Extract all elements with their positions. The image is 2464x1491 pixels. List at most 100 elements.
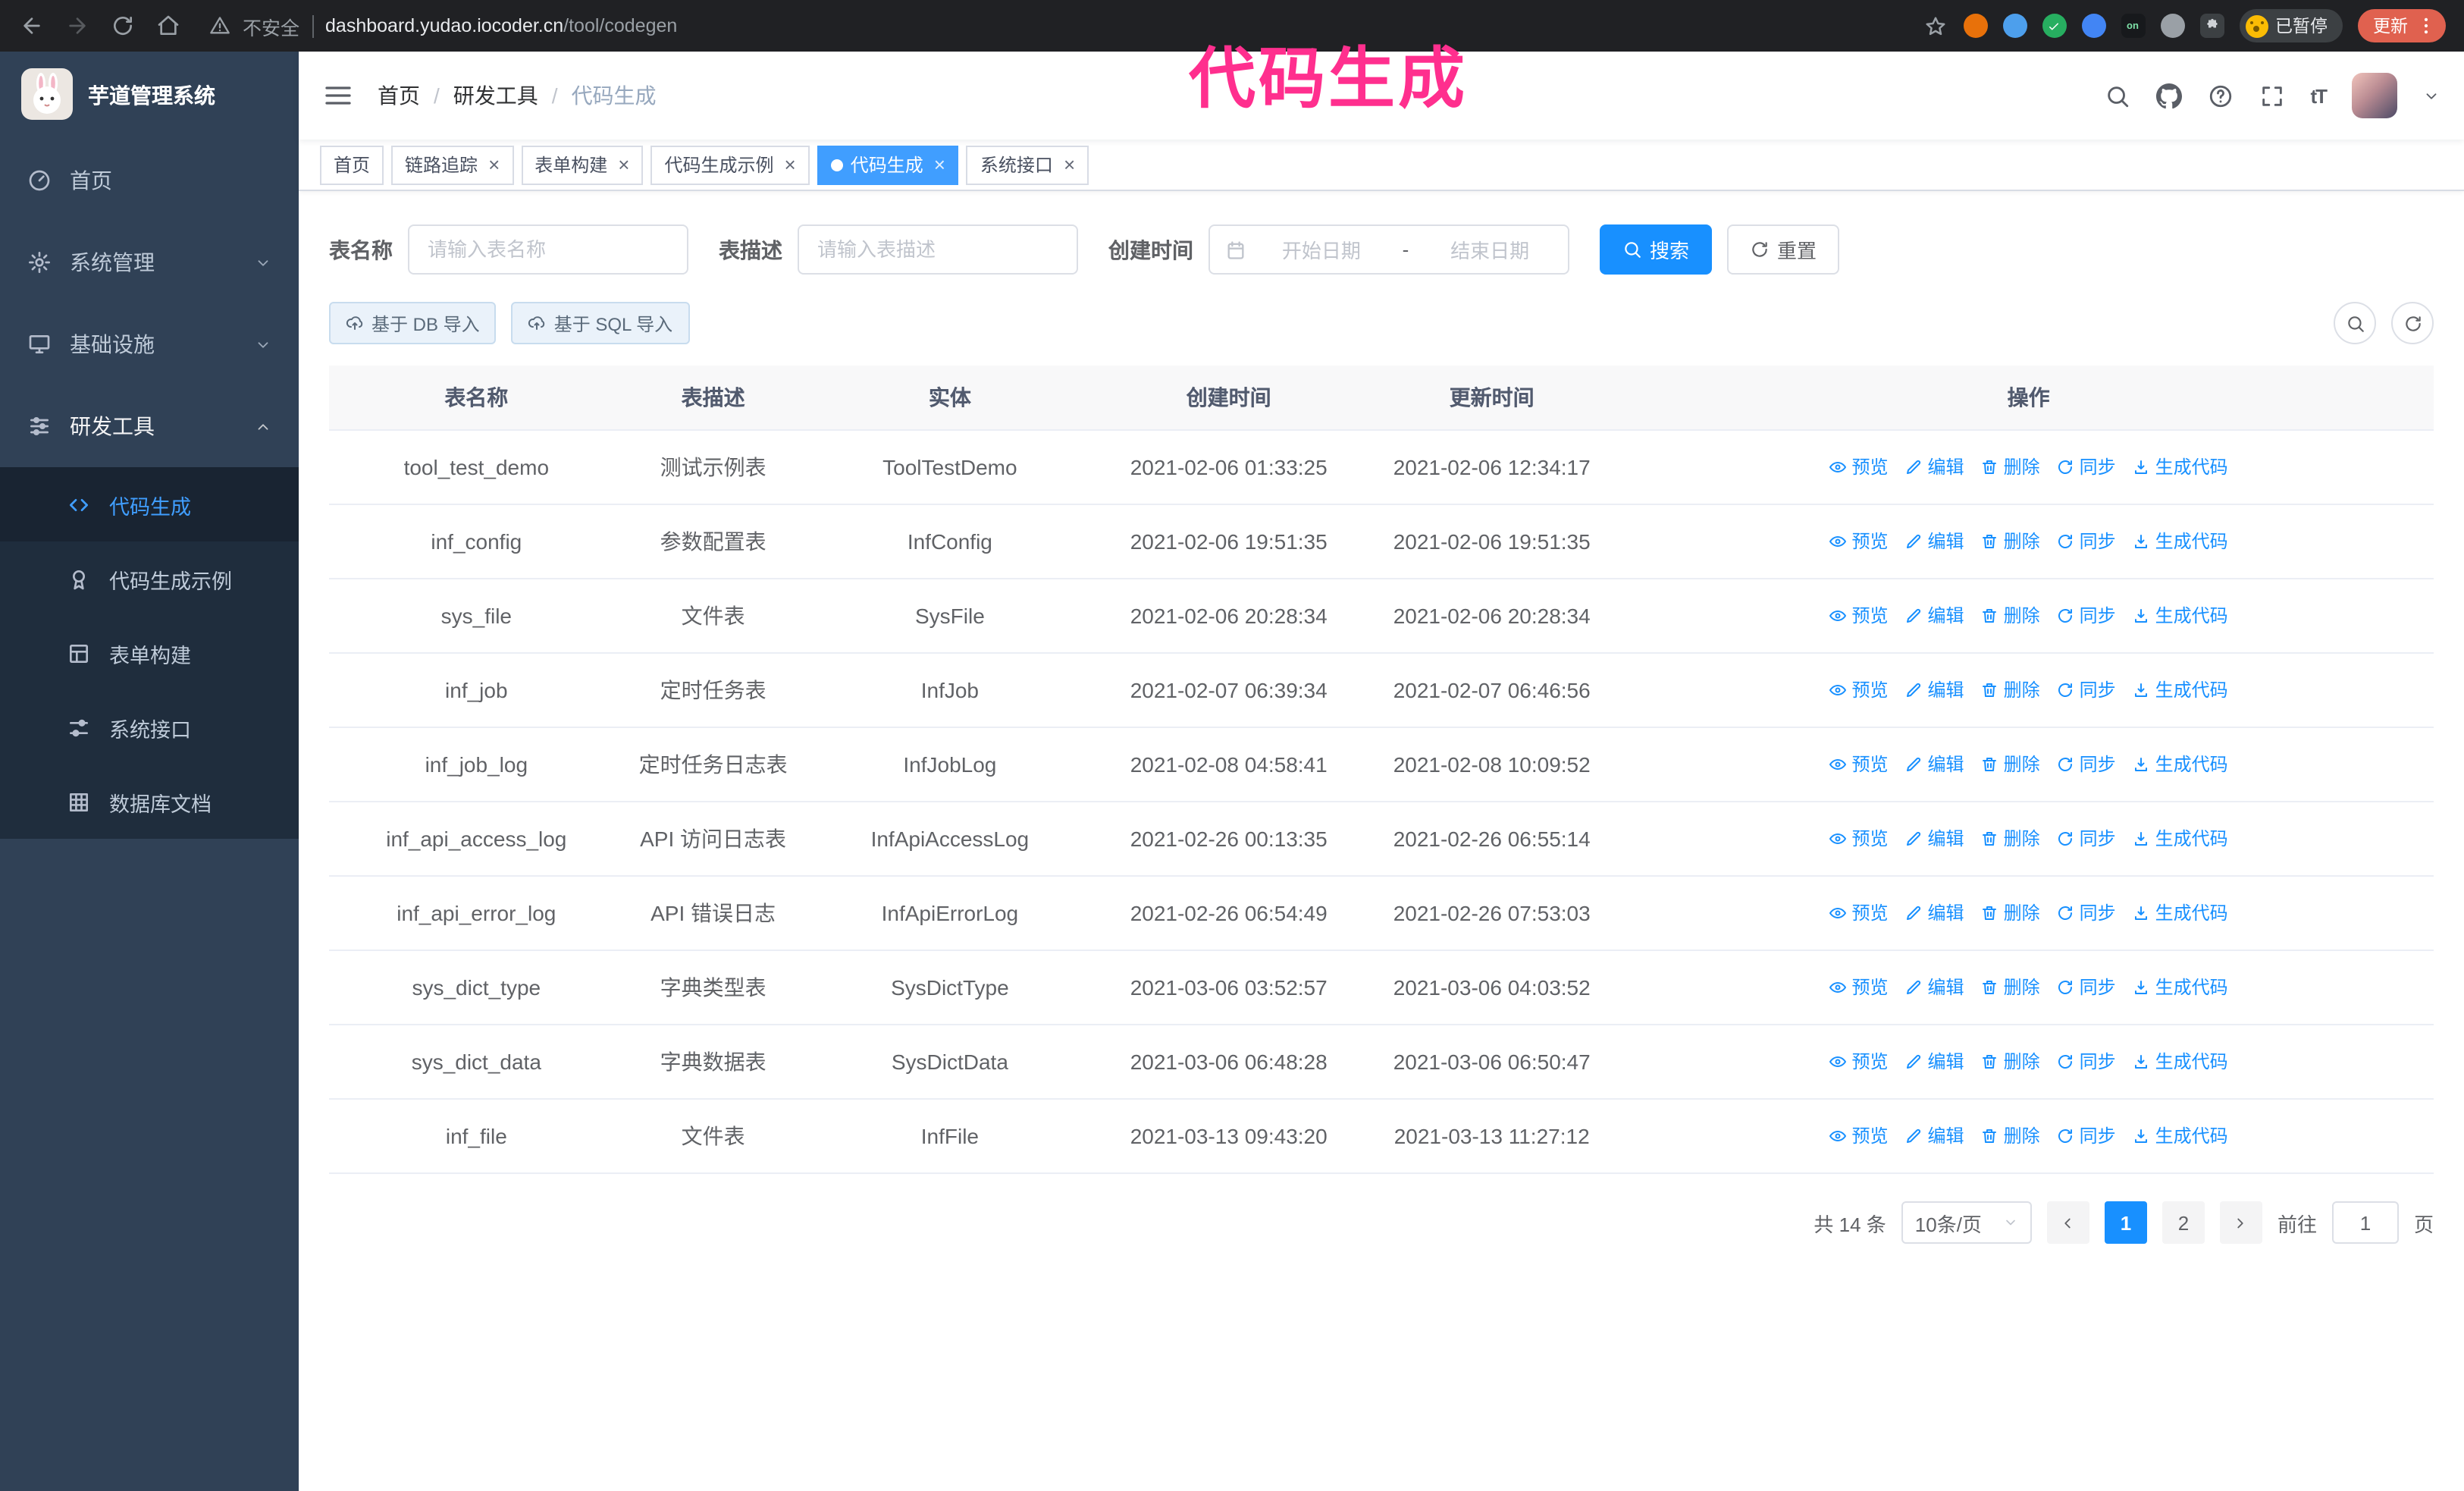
home-icon[interactable] (155, 13, 180, 39)
row-action-eye[interactable]: 预览 (1829, 749, 1889, 780)
row-action-edit[interactable]: 编辑 (1905, 824, 1964, 854)
tab-close-icon[interactable]: × (934, 155, 945, 174)
row-action-download[interactable]: 生成代码 (2133, 526, 2228, 557)
puzzle-icon[interactable] (2199, 14, 2224, 38)
row-action-trash[interactable]: 删除 (1981, 824, 2040, 854)
toggle-search-button[interactable] (2334, 302, 2376, 344)
row-action-edit[interactable]: 编辑 (1905, 601, 1964, 631)
sidebar-item-system[interactable]: 系统管理 (0, 221, 299, 303)
row-action-eye[interactable]: 预览 (1829, 526, 1889, 557)
extension-check-icon[interactable] (2042, 14, 2066, 38)
github-icon[interactable] (2155, 83, 2182, 108)
breadcrumb-devtools[interactable]: 研发工具 (453, 80, 538, 111)
update-chip[interactable]: 更新 (2358, 9, 2446, 42)
sidebar-item-codegen[interactable]: 代码生成 (0, 467, 299, 541)
row-action-sync[interactable]: 同步 (2057, 452, 2116, 482)
paused-chip[interactable]: 已暂停 (2239, 9, 2343, 42)
table-desc-input[interactable] (798, 224, 1078, 275)
row-action-sync[interactable]: 同步 (2057, 1047, 2116, 1077)
page-button-1[interactable]: 1 (2104, 1201, 2147, 1244)
extension-icon[interactable] (2002, 14, 2027, 38)
row-action-trash[interactable]: 删除 (1981, 898, 2040, 928)
row-action-eye[interactable]: 预览 (1829, 452, 1889, 482)
row-action-eye[interactable]: 预览 (1829, 972, 1889, 1003)
date-range-picker[interactable]: 开始日期 - 结束日期 (1208, 224, 1569, 275)
row-action-download[interactable]: 生成代码 (2133, 452, 2228, 482)
table-name-input[interactable] (408, 224, 688, 275)
tab-表单构建[interactable]: 表单构建 × (521, 145, 644, 184)
row-action-trash[interactable]: 删除 (1981, 526, 2040, 557)
row-action-download[interactable]: 生成代码 (2133, 824, 2228, 854)
row-action-eye[interactable]: 预览 (1829, 898, 1889, 928)
search-icon[interactable] (2104, 83, 2130, 108)
row-action-edit[interactable]: 编辑 (1905, 526, 1964, 557)
sidebar-item-form-builder[interactable]: 表单构建 (0, 616, 299, 690)
import-sql-button[interactable]: 基于 SQL 导入 (511, 302, 690, 344)
row-action-sync[interactable]: 同步 (2057, 601, 2116, 631)
row-action-edit[interactable]: 编辑 (1905, 749, 1964, 780)
sidebar-item-infrastructure[interactable]: 基础设施 (0, 303, 299, 385)
tab-系统接口[interactable]: 系统接口 × (966, 145, 1089, 184)
breadcrumb-home[interactable]: 首页 (378, 80, 420, 111)
row-action-trash[interactable]: 删除 (1981, 1047, 2040, 1077)
row-action-sync[interactable]: 同步 (2057, 1121, 2116, 1151)
sidebar-item-system-api[interactable]: 系统接口 (0, 690, 299, 764)
address-bar[interactable]: 不安全 dashboard.yudao.iocoder.cn/tool/code… (209, 11, 677, 40)
row-action-trash[interactable]: 删除 (1981, 675, 2040, 705)
row-action-edit[interactable]: 编辑 (1905, 1121, 1964, 1151)
row-action-trash[interactable]: 删除 (1981, 749, 2040, 780)
row-action-download[interactable]: 生成代码 (2133, 1121, 2228, 1151)
extension-icon[interactable] (2160, 14, 2184, 38)
row-action-download[interactable]: 生成代码 (2133, 898, 2228, 928)
row-action-edit[interactable]: 编辑 (1905, 452, 1964, 482)
row-action-download[interactable]: 生成代码 (2133, 675, 2228, 705)
user-avatar[interactable] (2352, 73, 2397, 118)
row-action-edit[interactable]: 编辑 (1905, 898, 1964, 928)
tab-代码生成示例[interactable]: 代码生成示例 × (650, 145, 810, 184)
row-action-eye[interactable]: 预览 (1829, 1121, 1889, 1151)
reset-button[interactable]: 重置 (1727, 224, 1840, 275)
row-action-sync[interactable]: 同步 (2057, 749, 2116, 780)
extension-icon[interactable] (1963, 14, 1987, 38)
tab-代码生成[interactable]: 代码生成 × (817, 145, 959, 184)
row-action-edit[interactable]: 编辑 (1905, 675, 1964, 705)
fullscreen-icon[interactable] (2259, 83, 2284, 108)
tab-链路追踪[interactable]: 链路追踪 × (391, 145, 514, 184)
page-button-2[interactable]: 2 (2161, 1201, 2205, 1244)
row-action-eye[interactable]: 预览 (1829, 1047, 1889, 1077)
search-button[interactable]: 搜索 (1600, 224, 1713, 275)
row-action-edit[interactable]: 编辑 (1905, 972, 1964, 1003)
forward-icon[interactable] (64, 13, 89, 39)
row-action-sync[interactable]: 同步 (2057, 824, 2116, 854)
row-action-sync[interactable]: 同步 (2057, 675, 2116, 705)
sidebar-item-db-docs[interactable]: 数据库文档 (0, 764, 299, 839)
row-action-sync[interactable]: 同步 (2057, 898, 2116, 928)
extension-on-icon[interactable]: on (2121, 14, 2145, 38)
tab-close-icon[interactable]: × (618, 155, 629, 174)
help-icon[interactable] (2207, 83, 2233, 108)
kebab-menu-icon[interactable] (2415, 15, 2437, 36)
tab-close-icon[interactable]: × (785, 155, 796, 174)
hamburger-icon[interactable] (323, 80, 353, 111)
row-action-sync[interactable]: 同步 (2057, 526, 2116, 557)
sidebar-item-codegen-example[interactable]: 代码生成示例 (0, 541, 299, 616)
row-action-trash[interactable]: 删除 (1981, 601, 2040, 631)
sidebar-item-home[interactable]: 首页 (0, 140, 299, 221)
row-action-eye[interactable]: 预览 (1829, 601, 1889, 631)
refresh-table-button[interactable] (2391, 302, 2434, 344)
app-logo[interactable]: 芋道管理系统 (0, 52, 299, 140)
row-action-edit[interactable]: 编辑 (1905, 1047, 1964, 1077)
bookmark-star-icon[interactable] (1922, 13, 1948, 39)
import-db-button[interactable]: 基于 DB 导入 (329, 302, 497, 344)
page-size-select[interactable]: 10条/页 (1901, 1201, 2032, 1244)
sidebar-item-devtools[interactable]: 研发工具 (0, 385, 299, 467)
caret-down-icon[interactable] (2423, 87, 2440, 104)
row-action-eye[interactable]: 预览 (1829, 824, 1889, 854)
extension-icon[interactable] (2081, 14, 2105, 38)
row-action-eye[interactable]: 预览 (1829, 675, 1889, 705)
row-action-trash[interactable]: 删除 (1981, 972, 2040, 1003)
row-action-sync[interactable]: 同步 (2057, 972, 2116, 1003)
reload-icon[interactable] (109, 13, 135, 39)
next-page-button[interactable] (2219, 1201, 2262, 1244)
font-size-icon[interactable]: tT (2310, 84, 2328, 107)
